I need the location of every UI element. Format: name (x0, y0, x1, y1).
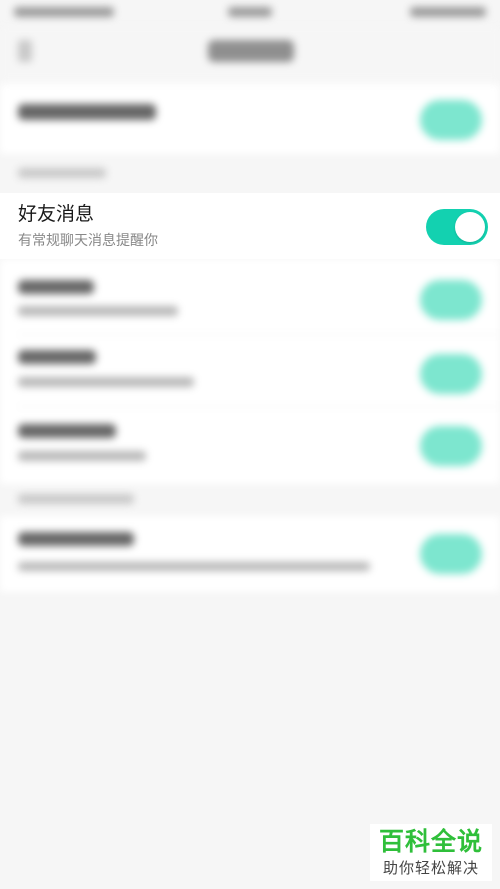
setting-row-friend-messages[interactable]: 好友消息 有常规聊天消息提醒你 (0, 193, 500, 259)
settings-screen: 好友消息 有常规聊天消息提醒你 百科全说 助你轻松解决 (0, 0, 500, 889)
page-title (208, 40, 294, 62)
section-header (18, 494, 134, 504)
blurred-background (0, 0, 500, 889)
toggle-knob (455, 212, 485, 242)
watermark-tagline: 助你轻松解决 (382, 859, 479, 877)
back-icon[interactable] (18, 40, 32, 62)
navigation-bar (0, 26, 500, 82)
friend-messages-toggle[interactable] (426, 209, 488, 245)
toggle-switch[interactable] (420, 534, 482, 574)
setting-title: 好友消息 (18, 203, 95, 225)
setting-description: 有常规聊天消息提醒你 (18, 233, 158, 249)
watermark-title: 百科全说 (378, 827, 483, 856)
toggle-switch[interactable] (420, 426, 482, 466)
toggle-switch[interactable] (420, 280, 482, 320)
watermark-logo: 百科全说 助你轻松解决 (370, 824, 492, 881)
toggle-switch[interactable] (420, 354, 482, 394)
section-header (18, 168, 106, 178)
toggle-switch[interactable] (420, 100, 482, 140)
status-bar (0, 0, 500, 26)
